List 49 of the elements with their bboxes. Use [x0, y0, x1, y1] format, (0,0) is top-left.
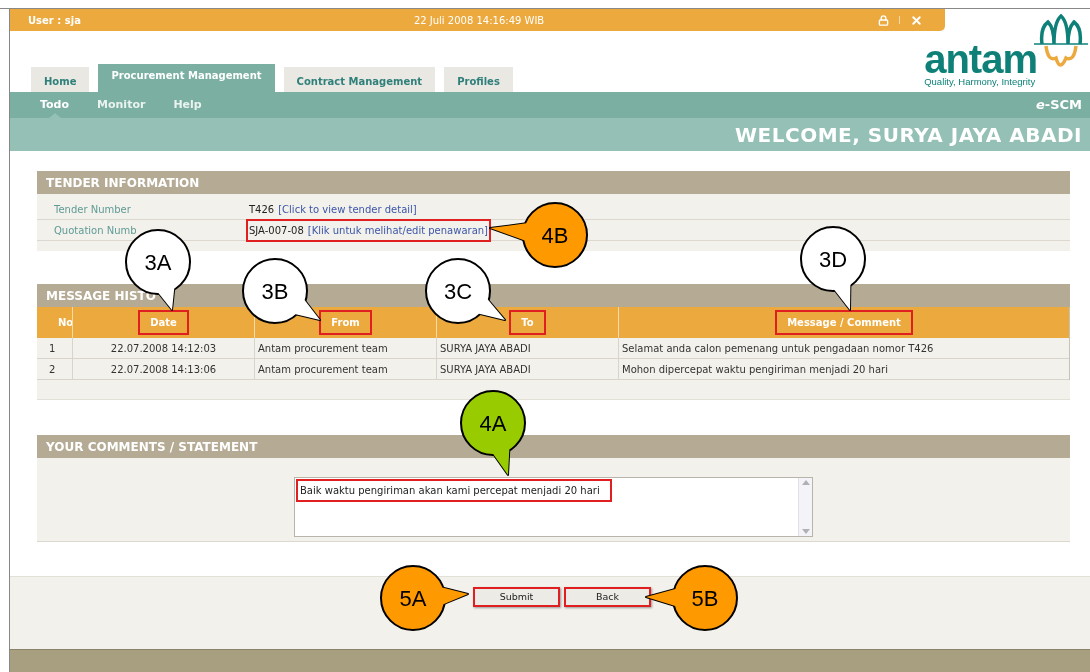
welcome-text: WELCOME, SURYA JAYA ABADI: [735, 121, 1082, 149]
callout-label: 5B: [691, 586, 719, 611]
column-header: No: [37, 307, 72, 338]
table-cell: Selamat anda calon pemenang untuk pengadaan nomor T426: [618, 338, 1069, 359]
table-cell: 2: [37, 359, 72, 380]
nav-tab[interactable]: Procurement Management: [98, 64, 275, 92]
sub-nav-item[interactable]: Help: [173, 92, 202, 118]
field-value: T426: [249, 202, 275, 217]
table-cell: Antam procurement team: [254, 338, 436, 359]
logo-text: antam: [924, 42, 1037, 76]
table-cell: 1: [37, 338, 72, 359]
action-button[interactable]: Submit: [473, 587, 560, 607]
column-header: Message / Comment: [618, 307, 1069, 338]
callout-label: 4B: [541, 223, 569, 248]
callout-label: 3D: [818, 247, 848, 272]
table-cell: 22.07.2008 14:12:03: [72, 338, 254, 359]
table-cell: Antam procurement team: [254, 359, 436, 380]
callout-label: 3B: [261, 279, 289, 304]
datetime: 22 Juli 2008 14:16:49 WIB: [413, 13, 545, 28]
sub-nav-item[interactable]: Monitor: [97, 92, 146, 118]
callout-label: 3C: [443, 279, 473, 304]
table-cell: SURYA JAYA ABADI: [436, 338, 618, 359]
scroll-down-icon[interactable]: [801, 529, 810, 534]
nav-tab[interactable]: Profiles: [444, 67, 513, 92]
column-header: Date: [72, 307, 254, 338]
comment-field[interactable]: Baik waktu pengiriman akan kami percepat menjadi 20 hari: [294, 477, 813, 537]
nav-tab[interactable]: Home: [31, 67, 90, 92]
callout-label: 3A: [144, 250, 172, 275]
callout-label: 4A: [479, 411, 507, 436]
table-cell: 22.07.2008 14:13:06: [72, 359, 254, 380]
close-icon[interactable]: [910, 13, 923, 27]
field-value: SJA-007-08: [249, 223, 304, 238]
user-label: User : sja: [28, 13, 81, 28]
field-label: Quotation Numb: [53, 223, 138, 238]
callout-label: 5A: [399, 586, 427, 611]
scrollbar[interactable]: [798, 478, 812, 536]
table-cell: Mohon dipercepat waktu pengiriman menjadi 20 hari: [618, 359, 1069, 380]
section-header: TENDER INFORMATION: [37, 171, 1070, 194]
app-name: e-SCM: [1035, 96, 1082, 115]
detail-link[interactable]: [Klik untuk melihat/edit penawaran]: [307, 222, 488, 238]
section-header: YOUR COMMENTS / STATEMENT: [37, 435, 1070, 458]
scroll-up-icon[interactable]: [801, 480, 810, 485]
detail-link[interactable]: [Click to view tender detail]: [278, 201, 417, 217]
action-button[interactable]: Back: [564, 587, 651, 607]
logo-tagline: Quality, Harmony, Integrity: [924, 76, 1036, 88]
nav-tab[interactable]: Contract Management: [283, 67, 436, 92]
lock-icon[interactable]: [878, 14, 889, 26]
table-cell: SURYA JAYA ABADI: [436, 359, 618, 380]
field-label: Tender Number: [53, 202, 132, 217]
